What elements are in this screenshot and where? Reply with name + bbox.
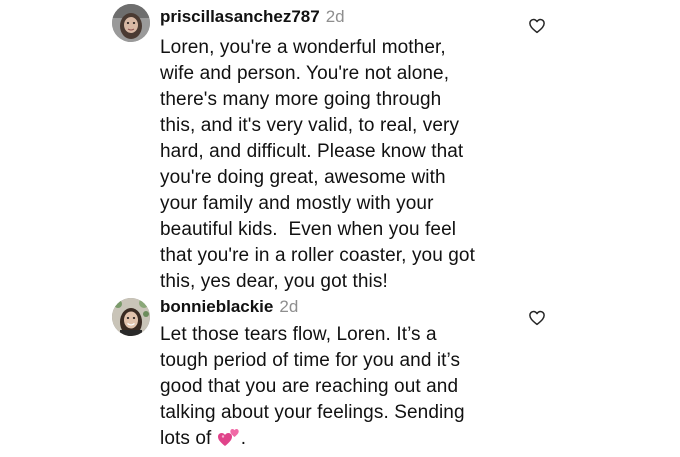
- comment-line: beautiful kids. Even when you feel: [160, 219, 457, 240]
- comment-text: Loren, you're a wonderful mother, wife a…: [160, 35, 530, 295]
- avatar-photo: [112, 298, 150, 336]
- comment-line-text: lots of: [160, 428, 217, 449]
- comment-header: priscillasanchez787 2d: [160, 6, 345, 28]
- comment-line: that you're in a roller coaster, you got: [160, 245, 475, 266]
- heart-outline-icon[interactable]: [528, 309, 546, 327]
- two-hearts-emoji: [217, 426, 241, 448]
- username[interactable]: bonnieblackie: [160, 297, 273, 316]
- comment-header: bonnieblackie 2d: [160, 296, 298, 318]
- comment-line: this, and it's very valid, to real, very: [160, 115, 460, 136]
- comment-line: Loren, you're a wonderful mother,: [160, 37, 446, 58]
- comment-line: Let those tears flow, Loren. It’s a: [160, 324, 437, 345]
- timestamp[interactable]: 2d: [326, 7, 345, 26]
- comment-line: you're doing great, awesome with: [160, 167, 446, 188]
- comment-line: your family and mostly with your: [160, 193, 434, 214]
- avatar[interactable]: [112, 298, 150, 336]
- comment-line: hard, and difficult. Please know that: [160, 141, 464, 162]
- username[interactable]: priscillasanchez787: [160, 7, 320, 26]
- comment-line-text: .: [240, 428, 247, 449]
- comment-line: tough period of time for you and it’s: [160, 350, 461, 371]
- avatar[interactable]: [112, 4, 150, 42]
- timestamp[interactable]: 2d: [279, 297, 298, 316]
- comment-line: good that you are reaching out and: [160, 376, 459, 397]
- comment-line: talking about your feelings. Sending: [160, 402, 465, 423]
- comment-line: lots of .: [160, 426, 530, 452]
- comment-line: wife and person. You're not alone,: [160, 63, 450, 84]
- heart-outline-icon[interactable]: [528, 17, 546, 35]
- avatar-photo: [112, 4, 150, 42]
- comment-line: this, yes dear, you got this!: [160, 271, 388, 292]
- comment-text: Let those tears flow, Loren. It’s a toug…: [160, 322, 530, 452]
- comment-line: there's many more going through: [160, 89, 442, 110]
